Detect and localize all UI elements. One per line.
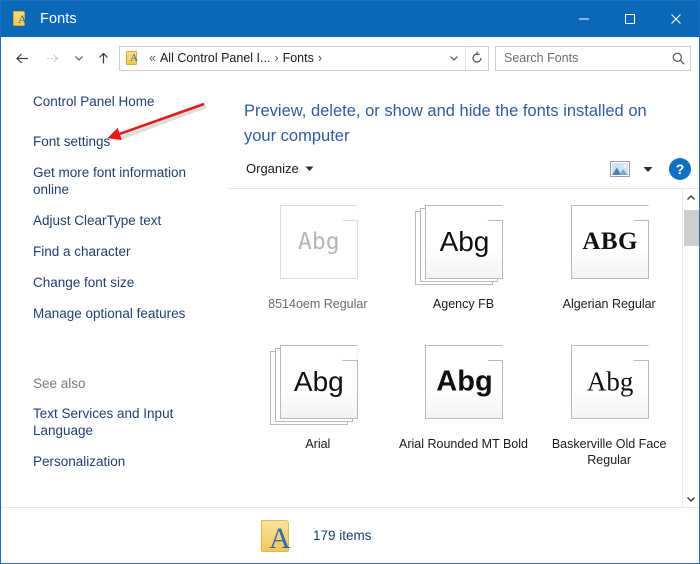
font-icon-single: Abg (415, 345, 511, 429)
toolbar: Organize ? (229, 149, 699, 189)
breadcrumb-separator: › (274, 51, 279, 65)
font-sample-text: ABG (582, 228, 638, 255)
main-pane: Preview, delete, or show and hide the fo… (229, 79, 699, 507)
status-content: A 179 items (229, 516, 372, 556)
font-icon-stack: Abg (269, 345, 366, 429)
maximize-button[interactable] (607, 1, 653, 37)
breadcrumb-item-control-panel[interactable]: All Control Panel I... (160, 51, 270, 65)
font-name-label: 8514oem Regular (268, 297, 368, 311)
font-tile-grid: Abg 8514oem Regular Abg Agency FB ABG Al… (229, 189, 682, 507)
window-body: Control Panel Home Font settings Get mor… (1, 79, 699, 507)
recent-locations-chevron-down-icon[interactable] (67, 43, 91, 73)
sidebar-item-font-settings[interactable]: Font settings (33, 133, 213, 150)
sidebar-item-change-font-size[interactable]: Change font size (33, 274, 213, 291)
font-icon-stack: Abg (415, 205, 511, 289)
font-page-front: Abg (425, 205, 504, 279)
font-page: ABG (571, 205, 650, 279)
sidebar-item-text-services-and-input-language[interactable]: Text Services and Input Language (33, 405, 213, 439)
page-fold-corner (341, 205, 358, 221)
status-bar: A 179 items (1, 507, 699, 563)
font-tile[interactable]: Abg Agency FB (391, 199, 537, 339)
breadcrumb-overflow[interactable]: « (145, 51, 160, 65)
content-area: Abg 8514oem Regular Abg Agency FB ABG Al… (229, 189, 699, 507)
search-icon[interactable] (666, 51, 690, 66)
address-bar[interactable]: A « All Control Panel I... › Fonts › (119, 45, 489, 71)
scrollbar-thumb[interactable] (683, 210, 699, 246)
window-controls (561, 1, 699, 37)
scrollbar-track[interactable] (683, 206, 700, 490)
organize-chevron-down-icon (305, 161, 314, 176)
font-icon-single: ABG (561, 205, 657, 289)
title-bar: A Fonts (1, 1, 699, 37)
fonts-folder-icon: A (12, 10, 30, 28)
sidebar-item-control-panel-home[interactable]: Control Panel Home (33, 93, 213, 110)
scroll-down-chevron-down-icon[interactable] (683, 490, 700, 507)
sidebar-item-find-a-character[interactable]: Find a character (33, 243, 213, 260)
search-box[interactable] (495, 45, 691, 71)
font-name-label: Arial Rounded MT Bold (398, 437, 528, 451)
sidebar-item-personalization[interactable]: Personalization (33, 453, 213, 492)
font-icon-single: Abg (270, 205, 366, 289)
page-fold-corner (633, 205, 650, 221)
font-name-label: Agency FB (432, 297, 495, 311)
font-page: Abg (571, 345, 650, 419)
page-fold-corner (633, 345, 650, 361)
font-icon-single: Abg (561, 345, 657, 429)
up-arrow-icon[interactable] (91, 43, 115, 73)
item-count-label: 179 items (313, 528, 372, 543)
address-fonts-folder-icon: A (125, 50, 141, 66)
refresh-icon[interactable] (465, 46, 488, 70)
font-sample-text: Abg (586, 366, 634, 397)
page-fold-corner (341, 345, 358, 361)
address-chevron-down-icon[interactable] (443, 47, 465, 70)
font-sample-text: Abg (436, 365, 493, 398)
font-sample-text: Abg (293, 366, 344, 397)
page-title: Preview, delete, or show and hide the fo… (244, 102, 647, 145)
font-tile[interactable]: Abg Arial Rounded MT Bold (391, 339, 537, 479)
sidebar-item-adjust-cleartype-text[interactable]: Adjust ClearType text (33, 212, 213, 229)
fonts-folder-icon: A (255, 516, 299, 556)
close-button[interactable] (653, 1, 699, 37)
breadcrumb-separator: › (317, 51, 323, 65)
font-tile[interactable]: Abg Baskerville Old Face Regular (536, 339, 682, 479)
page-fold-corner (487, 345, 504, 361)
help-button[interactable]: ? (669, 157, 691, 180)
font-sample-text: Abg (439, 226, 490, 257)
sidebar-item-manage-optional-features[interactable]: Manage optional features (33, 305, 213, 322)
breadcrumb-item-fonts[interactable]: Fonts (283, 51, 314, 65)
sidebar-item-get-more-font-information-online[interactable]: Get more font information online (33, 164, 213, 198)
font-tile[interactable]: Abg Arial (245, 339, 391, 479)
back-arrow-icon[interactable] (7, 43, 37, 73)
fonts-window: A Fonts A « All Control Panel I... › Fon… (0, 0, 700, 564)
font-name-label: Baskerville Old Face Regular (551, 437, 667, 467)
toolbar-right-group: ? (605, 156, 691, 182)
page-fold-corner (487, 205, 504, 221)
minimize-button[interactable] (561, 1, 607, 37)
vertical-scrollbar[interactable] (682, 189, 699, 507)
window-title: Fonts (40, 11, 77, 27)
font-page: Abg (279, 205, 358, 279)
font-sample-text: Abg (298, 229, 340, 255)
font-tile[interactable]: ABG Algerian Regular (536, 199, 682, 339)
sidebar: Control Panel Home Font settings Get mor… (1, 79, 229, 507)
view-chevron-down-icon[interactable] (637, 156, 659, 182)
font-name-label: Algerian Regular (562, 297, 656, 311)
organize-label: Organize (246, 161, 299, 176)
font-tile[interactable]: Abg 8514oem Regular (245, 199, 391, 339)
see-also-label: See also (33, 376, 86, 391)
font-page: Abg (425, 345, 504, 419)
scroll-up-chevron-up-icon[interactable] (683, 189, 700, 206)
organize-button[interactable]: Organize (244, 158, 320, 179)
font-name-label: Arial (305, 437, 331, 451)
font-page-front: Abg (279, 345, 358, 419)
navigation-bar: A « All Control Panel I... › Fonts › (1, 37, 699, 79)
search-input[interactable] (496, 51, 666, 65)
view-layout-icon[interactable] (605, 156, 635, 182)
forward-arrow-icon (37, 43, 67, 73)
